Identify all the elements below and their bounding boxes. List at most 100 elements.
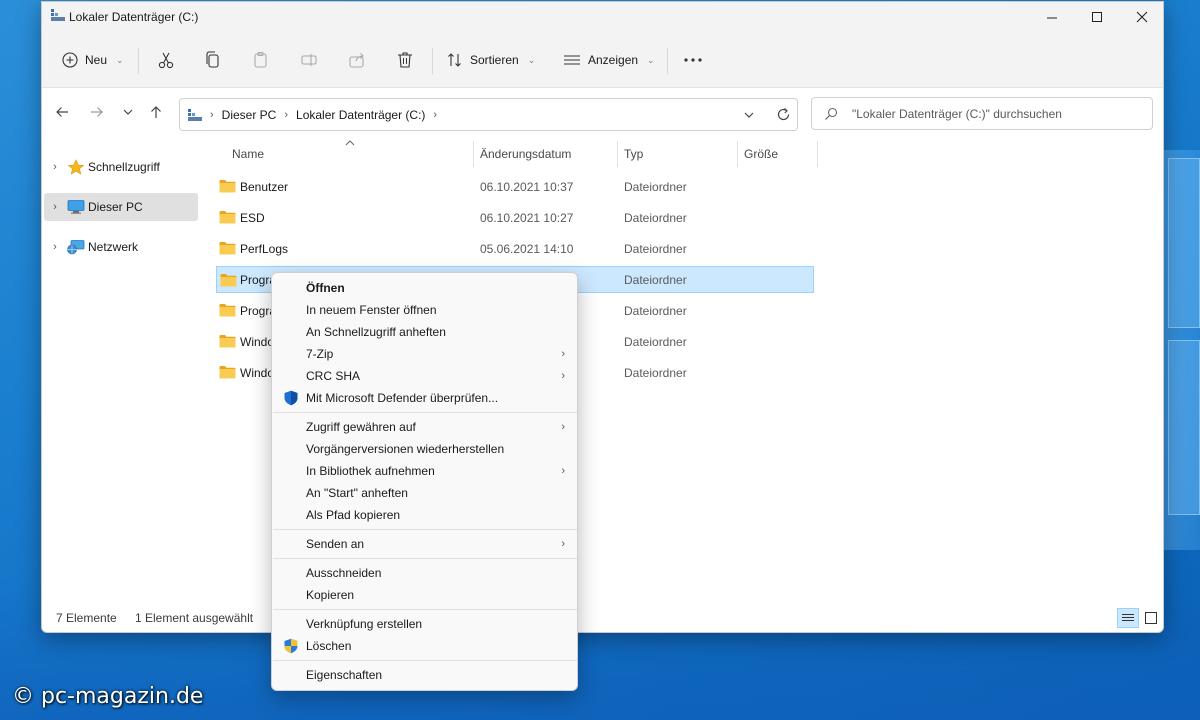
menu-separator — [273, 529, 577, 530]
menu-item-delete[interactable]: Löschen — [276, 635, 573, 657]
up-button[interactable] — [145, 100, 167, 124]
menu-item-crc-sha[interactable]: CRC SHA › — [276, 365, 573, 387]
chevron-right-icon: › — [561, 538, 565, 550]
menu-item-defender-scan[interactable]: Mit Microsoft Defender überprüfen... — [276, 387, 573, 409]
sidebar-item-label: Dieser PC — [88, 200, 143, 214]
rename-icon — [301, 54, 317, 66]
menu-item-copy[interactable]: Kopieren — [276, 584, 573, 606]
paste-button[interactable] — [248, 47, 274, 73]
breadcrumb-drive-c[interactable]: Lokaler Datenträger (C:) — [296, 108, 425, 122]
minimize-icon — [1046, 17, 1057, 18]
column-header-date[interactable]: Änderungsdatum — [480, 147, 571, 161]
close-icon — [1136, 11, 1148, 23]
menu-item-label: Löschen — [306, 639, 352, 653]
forward-button[interactable] — [86, 100, 108, 124]
delete-button[interactable] — [392, 47, 418, 73]
menu-item-7zip[interactable]: 7-Zip › — [276, 343, 573, 365]
menu-separator — [273, 558, 577, 559]
defender-shield-icon — [284, 390, 298, 406]
sort-button[interactable]: Sortieren ⌄ — [447, 46, 535, 74]
selection-count: 1 Element ausgewählt — [135, 611, 254, 625]
menu-separator — [273, 412, 577, 413]
menu-item-create-shortcut[interactable]: Verknüpfung erstellen — [276, 613, 573, 635]
chevron-right-icon[interactable]: › — [44, 241, 66, 253]
menu-item-label: Als Pfad kopieren — [306, 508, 401, 522]
column-divider[interactable] — [737, 141, 738, 167]
chevron-right-icon[interactable]: › — [44, 201, 66, 213]
file-type: Dateiordner — [624, 242, 687, 256]
menu-item-give-access[interactable]: Zugriff gewähren auf › — [276, 416, 573, 438]
this-pc-icon — [188, 108, 202, 121]
menu-item-label: Ausschneiden — [306, 566, 382, 580]
chevron-right-icon[interactable]: › — [44, 161, 66, 173]
sidebar-item-this-pc[interactable]: › Dieser PC — [44, 193, 198, 221]
paste-icon — [254, 51, 267, 68]
column-divider[interactable] — [617, 141, 618, 167]
close-button[interactable] — [1119, 2, 1163, 32]
menu-item-pin-start[interactable]: An "Start" anheften — [276, 482, 573, 504]
menu-item-send-to[interactable]: Senden an › — [276, 533, 573, 555]
file-type: Dateiordner — [624, 273, 687, 287]
view-button[interactable]: Anzeigen ⌄ — [563, 46, 655, 74]
view-label: Anzeigen — [588, 53, 639, 67]
wallpaper-pane — [1168, 340, 1200, 515]
menu-item-label: An Schnellzugriff anheften — [306, 325, 446, 339]
maximize-button[interactable] — [1074, 2, 1120, 32]
column-header-size[interactable]: Größe — [744, 147, 778, 161]
toolbar-divider — [667, 48, 668, 74]
column-header-type[interactable]: Typ — [624, 147, 643, 161]
navigation-pane: › Schnellzugriff › Dieser PC › Netzwerk — [42, 142, 202, 602]
table-row[interactable]: Benutzer 06.10.2021 10:37 Dateiordner — [216, 173, 814, 200]
maximize-icon — [1091, 11, 1102, 22]
address-dropdown-icon[interactable] — [744, 111, 754, 119]
share-button[interactable] — [344, 47, 370, 73]
new-button[interactable]: Neu ⌄ — [62, 46, 124, 74]
file-name: ESD — [240, 211, 265, 225]
refresh-icon[interactable] — [776, 107, 791, 122]
chevron-down-icon: ⌄ — [647, 54, 655, 65]
menu-item-pin-quick-access[interactable]: An Schnellzugriff anheften — [276, 321, 573, 343]
menu-item-label: An "Start" anheften — [306, 486, 408, 500]
menu-item-open[interactable]: Öffnen — [276, 277, 573, 299]
drive-icon — [51, 9, 65, 21]
plus-circle-icon — [62, 52, 78, 68]
large-icons-view-button[interactable] — [1140, 608, 1162, 628]
details-view-button[interactable] — [1117, 608, 1139, 628]
breadcrumb-this-pc[interactable]: Dieser PC — [222, 108, 277, 122]
wallpaper-pane — [1168, 158, 1200, 328]
column-header-name[interactable]: Name — [232, 147, 264, 161]
chevron-right-icon: › — [561, 465, 565, 477]
copy-button[interactable] — [200, 47, 226, 73]
sidebar-item-quick-access[interactable]: › Schnellzugriff — [44, 153, 198, 181]
menu-item-restore-previous[interactable]: Vorgängerversionen wiederherstellen — [276, 438, 573, 460]
menu-item-label: Senden an — [306, 537, 365, 551]
minimize-button[interactable] — [1029, 2, 1075, 32]
address-bar[interactable]: › Dieser PC › Lokaler Datenträger (C:) › — [179, 98, 798, 131]
file-date: 05.06.2021 14:10 — [480, 242, 574, 256]
sidebar-item-network[interactable]: › Netzwerk — [44, 233, 198, 261]
menu-item-open-new-window[interactable]: In neuem Fenster öffnen — [276, 299, 573, 321]
file-date: 06.10.2021 10:27 — [480, 211, 574, 225]
back-button[interactable] — [51, 100, 73, 124]
chevron-right-icon: › — [561, 348, 565, 360]
search-placeholder: "Lokaler Datenträger (C:)" durchsuchen — [852, 106, 1062, 121]
cut-button[interactable] — [153, 47, 179, 73]
cut-icon — [158, 52, 174, 69]
more-button[interactable] — [680, 47, 706, 73]
more-icon — [684, 58, 702, 62]
rename-button[interactable] — [296, 47, 322, 73]
menu-item-include-library[interactable]: In Bibliothek aufnehmen › — [276, 460, 573, 482]
menu-separator — [273, 609, 577, 610]
menu-item-properties[interactable]: Eigenschaften — [276, 664, 573, 686]
view-list-icon — [564, 55, 580, 65]
table-row[interactable]: PerfLogs 05.06.2021 14:10 Dateiordner — [216, 235, 814, 262]
search-icon — [825, 107, 838, 120]
column-divider[interactable] — [473, 141, 474, 167]
menu-item-copy-path[interactable]: Als Pfad kopieren — [276, 504, 573, 526]
search-box[interactable]: "Lokaler Datenträger (C:)" durchsuchen — [811, 97, 1153, 130]
folder-icon — [220, 274, 237, 287]
column-divider[interactable] — [817, 141, 818, 167]
table-row[interactable]: ESD 06.10.2021 10:27 Dateiordner — [216, 204, 814, 231]
recent-locations-button[interactable] — [117, 100, 139, 124]
menu-item-cut[interactable]: Ausschneiden — [276, 562, 573, 584]
